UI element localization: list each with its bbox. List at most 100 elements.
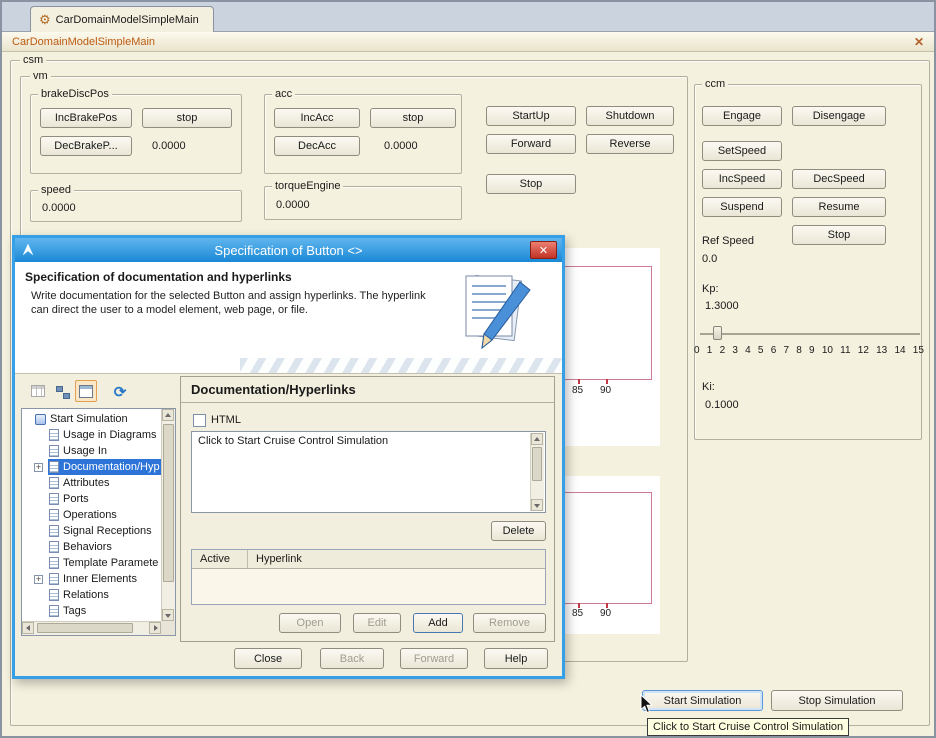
- add-button[interactable]: Add: [413, 613, 463, 633]
- page-icon: [49, 541, 59, 553]
- tree-icon: [56, 385, 69, 398]
- tick-label: 12: [858, 345, 869, 356]
- close-button[interactable]: Close: [234, 648, 302, 669]
- reverse-button[interactable]: Reverse: [586, 134, 674, 154]
- scroll-up-icon[interactable]: [162, 409, 174, 421]
- tick-label: 10: [822, 345, 833, 356]
- engage-button[interactable]: Engage: [702, 106, 782, 126]
- startup-button[interactable]: StartUp: [486, 106, 576, 126]
- documentation-textarea[interactable]: Click to Start Cruise Control Simulation: [191, 431, 546, 513]
- delete-button[interactable]: Delete: [491, 521, 546, 541]
- scrollbar-thumb[interactable]: [37, 623, 133, 633]
- close-icon[interactable]: ✕: [914, 35, 924, 49]
- scroll-up-icon[interactable]: [531, 433, 543, 445]
- brake-stop-button[interactable]: stop: [142, 108, 232, 128]
- columns-mode-button[interactable]: [27, 380, 49, 402]
- tree-horizontal-scrollbar[interactable]: [22, 621, 161, 635]
- tree-item-tags[interactable]: Tags: [22, 603, 160, 619]
- dialog-titlebar[interactable]: Specification of Button <> ✕: [15, 238, 562, 262]
- group-ccm: [694, 84, 922, 440]
- tree-mode-button[interactable]: [51, 380, 73, 402]
- tree-item-attributes[interactable]: Attributes: [22, 475, 160, 491]
- acc-stop-button[interactable]: stop: [370, 108, 456, 128]
- start-simulation-button[interactable]: Start Simulation: [642, 690, 763, 711]
- speed-value: 0.0000: [42, 202, 76, 214]
- pane-header: CarDomainModelSimpleMain ✕: [2, 32, 934, 52]
- remove-button[interactable]: Remove: [473, 613, 546, 633]
- forward-button[interactable]: Forward: [486, 134, 576, 154]
- ki-value: 0.1000: [705, 399, 739, 411]
- documentation-icon: [458, 270, 536, 366]
- resume-button[interactable]: Resume: [792, 197, 886, 217]
- hyperlink-table[interactable]: Active Hyperlink: [191, 549, 546, 605]
- tree-item-relations[interactable]: Relations: [22, 587, 160, 603]
- tree-item-inner-elements[interactable]: + Inner Elements: [22, 571, 160, 587]
- disengage-button[interactable]: Disengage: [792, 106, 886, 126]
- forward-button[interactable]: Forward: [400, 648, 468, 669]
- group-brakediscpos-label: brakeDiscPos: [38, 88, 112, 100]
- suspend-button[interactable]: Suspend: [702, 197, 782, 217]
- compartment-icon: [79, 385, 93, 398]
- ccm-stop-button[interactable]: Stop: [792, 225, 886, 245]
- scroll-down-icon[interactable]: [531, 499, 543, 511]
- tree-item-template-parameters[interactable]: Template Paramete: [22, 555, 160, 571]
- dialog-close-button[interactable]: ✕: [530, 241, 557, 259]
- incbrakepos-button[interactable]: IncBrakePos: [40, 108, 132, 128]
- tree-item-documentation-hyperlinks[interactable]: + Documentation/Hyp: [22, 459, 160, 475]
- page-icon: [49, 429, 59, 441]
- tree-vertical-scrollbar[interactable]: [161, 409, 175, 621]
- tree-item-usage-in-diagrams[interactable]: Usage in Diagrams: [22, 427, 160, 443]
- expand-icon[interactable]: +: [34, 575, 43, 584]
- scroll-right-icon[interactable]: [149, 622, 161, 634]
- tick-label: 5: [758, 345, 764, 356]
- stop-simulation-button[interactable]: Stop Simulation: [771, 690, 903, 711]
- open-button[interactable]: Open: [279, 613, 341, 633]
- tooltip: Click to Start Cruise Control Simulation: [647, 718, 849, 736]
- incacc-button[interactable]: IncAcc: [274, 108, 360, 128]
- incspeed-button[interactable]: IncSpeed: [702, 169, 782, 189]
- kp-label: Kp:: [702, 283, 719, 295]
- tick-label: 4: [745, 345, 751, 356]
- tick-label: 2: [720, 345, 726, 356]
- textarea-scrollbar[interactable]: [530, 433, 544, 511]
- decacc-button[interactable]: DecAcc: [274, 136, 360, 156]
- scroll-down-icon[interactable]: [162, 609, 174, 621]
- setspeed-button[interactable]: SetSpeed: [702, 141, 782, 161]
- gear-icon: ⚙: [39, 13, 51, 26]
- tree-item-start-simulation[interactable]: Start Simulation: [22, 411, 160, 427]
- compartment-mode-button[interactable]: [75, 380, 97, 402]
- decbrakepos-button[interactable]: DecBrakeP...: [40, 136, 132, 156]
- refresh-button[interactable]: ⟳: [109, 381, 131, 403]
- tree-item-ports[interactable]: Ports: [22, 491, 160, 507]
- scroll-left-icon[interactable]: [22, 622, 34, 634]
- kp-slider-thumb[interactable]: [713, 326, 722, 340]
- page-icon: [49, 525, 59, 537]
- tree-item-usage-in[interactable]: Usage In: [22, 443, 160, 459]
- tick-label: 0: [694, 345, 700, 356]
- scrollbar-thumb[interactable]: [532, 447, 542, 481]
- page-icon: [49, 605, 59, 617]
- column-active: Active: [192, 550, 248, 568]
- chart-tickmark: [606, 379, 608, 384]
- back-button[interactable]: Back: [320, 648, 384, 669]
- tree-item-operations[interactable]: Operations: [22, 507, 160, 523]
- html-checkbox[interactable]: [193, 414, 206, 427]
- decspeed-button[interactable]: DecSpeed: [792, 169, 886, 189]
- edit-button[interactable]: Edit: [353, 613, 401, 633]
- tree-item-behaviors[interactable]: Behaviors: [22, 539, 160, 555]
- tick-label: 3: [732, 345, 738, 356]
- shutdown-button[interactable]: Shutdown: [586, 106, 674, 126]
- dialog-title: Specification of Button <>: [214, 243, 362, 258]
- tree-item-signal-receptions[interactable]: Signal Receptions: [22, 523, 160, 539]
- tick-label: 7: [783, 345, 789, 356]
- expand-icon[interactable]: +: [34, 463, 43, 472]
- columns-icon: [31, 385, 45, 397]
- scrollbar-thumb[interactable]: [163, 424, 174, 582]
- kp-slider-track[interactable]: [700, 333, 920, 335]
- ref-speed-label: Ref Speed: [702, 235, 754, 247]
- tab-cardomainmodelsimplemain[interactable]: ⚙ CarDomainModelSimpleMain: [30, 6, 214, 32]
- hyperlink-table-header: Active Hyperlink: [192, 550, 545, 569]
- vm-stop-button[interactable]: Stop: [486, 174, 576, 194]
- help-button[interactable]: Help: [484, 648, 548, 669]
- chart-xtick: 90: [600, 608, 611, 619]
